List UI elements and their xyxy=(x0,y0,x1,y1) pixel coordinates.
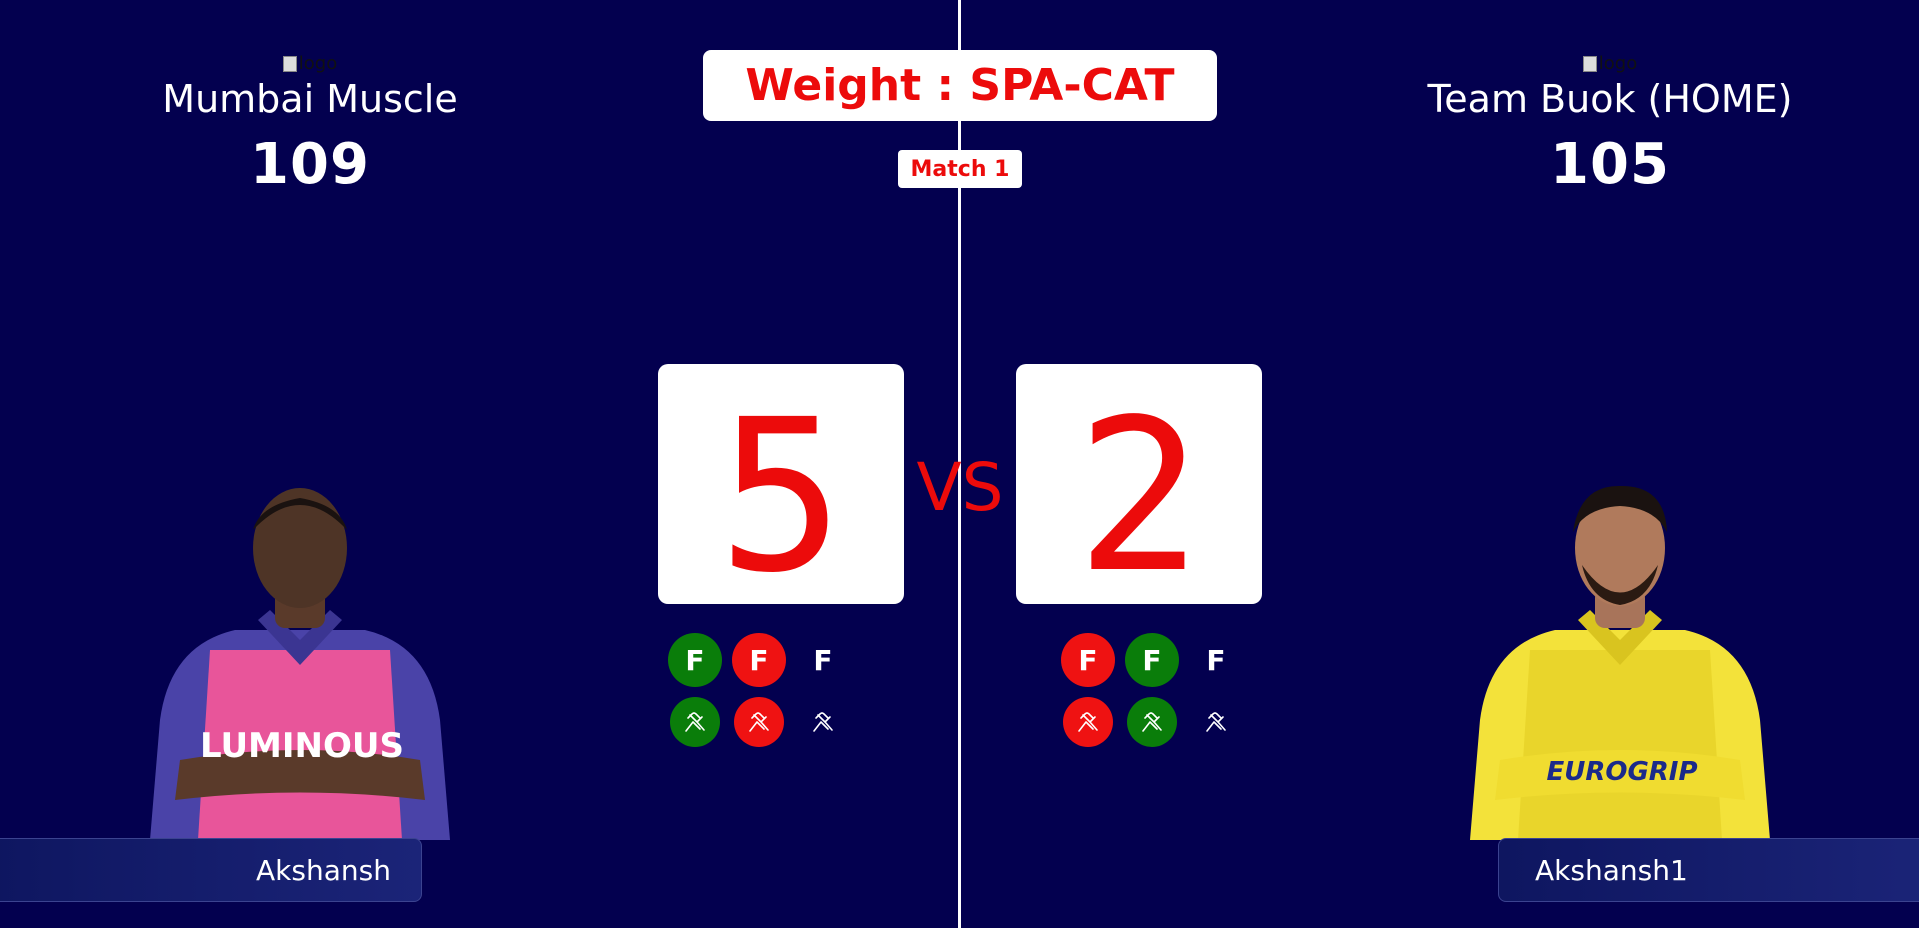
right-player-photo: EUROGRIP xyxy=(1470,485,1770,840)
right-player-name-bar: Akshansh1 xyxy=(1498,838,1919,902)
arm-wrestle-icon[interactable] xyxy=(1127,697,1177,747)
left-points-digit: 5 xyxy=(718,374,844,604)
arm-wrestle-glyph xyxy=(1142,712,1162,732)
right-team-score: 105 xyxy=(1550,132,1670,197)
foul-indicator[interactable]: F xyxy=(732,633,786,687)
arm-wrestle-glyph xyxy=(813,712,833,732)
right-foul-row: F F F xyxy=(1061,632,1261,688)
arm-wrestle-glyph xyxy=(1078,712,1098,732)
weight-category-label: Weight : SPA-CAT xyxy=(703,50,1217,121)
left-indicators: F F F xyxy=(668,632,868,750)
right-team-logo-alt: logo xyxy=(1598,53,1638,74)
left-foul-row: F F F xyxy=(668,632,868,688)
left-team-logo-alt: logo xyxy=(298,53,338,74)
left-points-card: 5 xyxy=(658,364,904,604)
versus-label: VS xyxy=(916,449,1003,524)
arm-wrestle-icon[interactable] xyxy=(734,697,784,747)
left-team-score: 109 xyxy=(250,132,370,197)
left-points-value: 5 xyxy=(718,374,844,604)
foul-indicator[interactable]: F xyxy=(1189,633,1243,687)
versus-text: VS xyxy=(916,449,1003,524)
left-team-name: Mumbai Muscle xyxy=(162,77,458,121)
foul-indicator[interactable]: F xyxy=(668,633,722,687)
foul-indicator[interactable]: F xyxy=(1125,633,1179,687)
left-player-photo: LUMINOUS xyxy=(150,488,450,840)
left-player-head xyxy=(253,488,347,608)
right-team-name: Team Buok (HOME) xyxy=(1427,77,1793,121)
arm-wrestle-glyph xyxy=(749,712,769,732)
arm-wrestle-glyph xyxy=(685,712,705,732)
left-player-name-bar: Akshansh xyxy=(0,838,422,902)
foul-indicator[interactable]: F xyxy=(1061,633,1115,687)
arm-wrestle-glyph xyxy=(1206,712,1226,732)
arm-wrestle-icon[interactable] xyxy=(670,697,720,747)
right-points-digit: 2 xyxy=(1076,374,1202,604)
broken-image-icon xyxy=(1582,56,1597,72)
right-points-card: 2 xyxy=(1016,364,1262,604)
left-player-name: Akshansh xyxy=(256,853,391,887)
arm-wrestle-icon[interactable] xyxy=(1191,697,1241,747)
foul-indicator[interactable]: F xyxy=(796,633,850,687)
left-player-jersey-text: LUMINOUS xyxy=(200,726,404,766)
broken-image-icon xyxy=(282,56,297,72)
right-team-logo: logo xyxy=(1582,53,1638,74)
left-team-header: logo Mumbai Muscle 109 xyxy=(0,54,620,200)
arm-wrestle-icon[interactable] xyxy=(798,697,848,747)
right-player-jersey-text: EUROGRIP xyxy=(1546,757,1697,787)
right-team-header: logo Team Buok (HOME) 105 xyxy=(1300,54,1919,200)
left-team-logo: logo xyxy=(282,53,338,74)
scoreboard: logo Mumbai Muscle 109 logo Team Buok (H… xyxy=(0,0,1919,928)
right-hand-row xyxy=(1061,694,1261,750)
arm-wrestle-icon[interactable] xyxy=(1063,697,1113,747)
right-player-name: Akshansh1 xyxy=(1535,853,1688,887)
right-points-value: 2 xyxy=(1076,374,1202,604)
left-hand-row xyxy=(668,694,868,750)
right-player-jersey xyxy=(1518,650,1722,840)
right-indicators: F F F xyxy=(1061,632,1261,750)
match-number-badge: Match 1 xyxy=(898,150,1022,188)
